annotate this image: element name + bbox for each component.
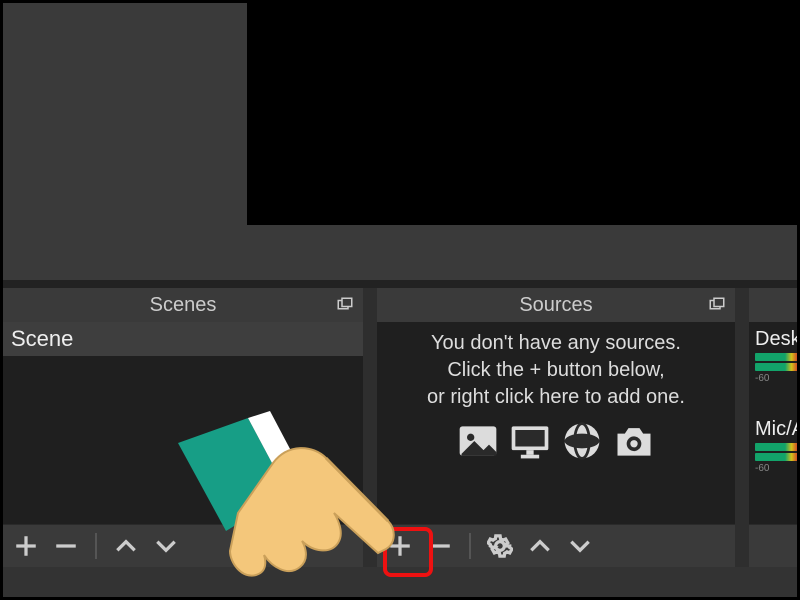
gear-icon — [487, 533, 513, 559]
image-icon — [456, 419, 500, 463]
sources-panel: Sources You don't have any sources. Clic… — [377, 288, 735, 567]
monitor-icon — [508, 419, 552, 463]
sources-empty-line2: Click the + button below, — [383, 357, 729, 384]
mixer-item-desktop[interactable]: Deskt -60 — [749, 322, 800, 386]
scenes-remove-button[interactable] — [53, 533, 79, 559]
chevron-up-icon — [527, 533, 553, 559]
scenes-header: Scenes — [3, 288, 363, 322]
sources-empty-state: You don't have any sources. Click the + … — [377, 322, 735, 463]
audio-meter — [755, 443, 800, 451]
mixer-label: Mic/A — [755, 418, 800, 441]
scene-item[interactable]: Scene — [3, 322, 363, 356]
toolbar-separator — [469, 533, 471, 559]
chevron-up-icon — [113, 533, 139, 559]
sources-remove-button[interactable] — [427, 533, 453, 559]
meter-scale: -60 — [755, 373, 800, 384]
sources-add-button[interactable] — [387, 533, 413, 559]
audio-meter — [755, 453, 800, 461]
scenes-add-button[interactable] — [13, 533, 39, 559]
meter-scale: -60 — [755, 463, 800, 474]
toolbar-separator — [95, 533, 97, 559]
sources-move-up-button[interactable] — [527, 533, 553, 559]
status-bar — [3, 567, 797, 597]
mixer-header — [749, 288, 800, 322]
camera-icon — [612, 419, 656, 463]
sources-toolbar — [377, 524, 735, 567]
mixer-item-mic[interactable]: Mic/A -60 — [749, 412, 800, 476]
scenes-list[interactable]: Scene — [3, 322, 363, 524]
panel-divider — [3, 280, 797, 288]
chevron-down-icon — [567, 533, 593, 559]
audio-meter — [755, 363, 800, 371]
scenes-title: Scenes — [150, 294, 217, 317]
app-window: Scenes Scene — [0, 0, 800, 600]
minus-icon — [427, 533, 453, 559]
sources-properties-button[interactable] — [487, 533, 513, 559]
scenes-toolbar — [3, 524, 363, 567]
sources-empty-line3: or right click here to add one. — [383, 384, 729, 411]
scenes-move-down-button[interactable] — [153, 533, 179, 559]
scenes-panel: Scenes Scene — [3, 288, 363, 567]
mixer-body: Deskt -60 Mic/A -60 — [749, 322, 800, 524]
sources-dock-button[interactable] — [705, 293, 729, 317]
sources-type-icons — [383, 419, 729, 463]
sources-title: Sources — [519, 294, 592, 317]
dock-icon — [336, 296, 354, 314]
sources-empty-line1: You don't have any sources. — [383, 330, 729, 357]
preview-area — [3, 3, 797, 280]
mixer-toolbar — [749, 524, 800, 567]
sources-move-down-button[interactable] — [567, 533, 593, 559]
mixer-label: Deskt — [755, 328, 800, 351]
globe-icon — [560, 419, 604, 463]
dock-icon — [708, 296, 726, 314]
preview-canvas[interactable] — [247, 3, 797, 225]
scenes-move-up-button[interactable] — [113, 533, 139, 559]
audio-mixer-panel: Deskt -60 Mic/A -60 — [749, 288, 800, 567]
plus-icon — [13, 533, 39, 559]
minus-icon — [53, 533, 79, 559]
sources-header: Sources — [377, 288, 735, 322]
scenes-dock-button[interactable] — [333, 293, 357, 317]
audio-meter — [755, 353, 800, 361]
plus-icon — [387, 533, 413, 559]
sources-list[interactable]: You don't have any sources. Click the + … — [377, 322, 735, 524]
panel-row: Scenes Scene — [3, 288, 797, 567]
chevron-down-icon — [153, 533, 179, 559]
